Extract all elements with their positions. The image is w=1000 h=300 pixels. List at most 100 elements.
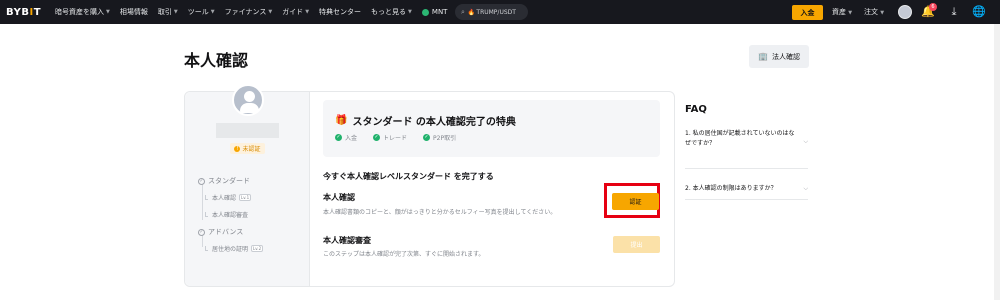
nav-rewards[interactable]: 特典センター bbox=[319, 7, 361, 17]
verify-button[interactable]: 認証 bbox=[612, 193, 659, 210]
chevron-down-icon: ⌵ bbox=[803, 138, 808, 145]
download-icon[interactable]: ⤓ bbox=[947, 5, 961, 19]
search-icon: ⌕ bbox=[461, 7, 465, 16]
corporate-verification-button[interactable]: 🏢 法人確認 bbox=[749, 45, 809, 68]
profile-avatar-icon bbox=[232, 84, 264, 116]
nav-label: ファイナンス bbox=[224, 8, 267, 16]
bybit-logo[interactable]: BYBIT bbox=[6, 7, 41, 18]
nav-trade[interactable]: 取引 ▼ bbox=[158, 7, 178, 17]
fire-icon: 🔥 bbox=[467, 8, 476, 16]
main-nav: 暗号資産を購入 ▼ 相場情報 取引 ▼ ツール ▼ ファイナンス ▼ ガイド ▼ 特典セン… bbox=[55, 7, 457, 17]
level-item-label: 居住地の証明 bbox=[212, 246, 249, 253]
logo-tail: T bbox=[33, 6, 42, 18]
level-sidebar: ! 未認証 ✓ スタンダード 本人確認 Lv.1 本人確認審査 ✓ アドバンス 居住地… bbox=[185, 84, 310, 286]
gift-icon: 🎁 bbox=[335, 115, 348, 126]
chevron-down-icon: ▼ bbox=[210, 9, 215, 15]
deposit-button[interactable]: 入金 bbox=[792, 5, 823, 20]
notification-badge: 6 bbox=[929, 3, 937, 11]
benefits-box: 🎁 スタンダード の本人確認完了の特典 ✓ 入金 ✓ トレード ✓ P2P取引 bbox=[323, 100, 660, 157]
step-description: 本人確認書類のコピーと、顔がはっきりと分かるセルフィー写真を提出してください。 bbox=[323, 209, 557, 216]
step-description: このステップは本人確認が完了次第、すぐに開始されます。 bbox=[323, 251, 485, 258]
benefits-title: 🎁 スタンダード の本人確認完了の特典 bbox=[335, 113, 516, 128]
level-tag: Lv.2 bbox=[251, 245, 264, 252]
page-title: 本人確認 bbox=[184, 51, 249, 70]
perk-label: P2P取引 bbox=[433, 135, 457, 142]
level-item-proof-of-address: 居住地の証明 Lv.2 bbox=[205, 244, 264, 253]
level-item-label: 本人確認審査 bbox=[212, 212, 249, 219]
faq-item[interactable]: 2. 本人確認の制限はありますか？ ⌵ bbox=[685, 184, 808, 194]
level-item-id-review: 本人確認審査 bbox=[205, 210, 248, 219]
nav-mnt[interactable]: MNT bbox=[421, 7, 448, 17]
nav-label: MNT bbox=[431, 8, 448, 16]
orders-menu[interactable]: 注文 ▼ bbox=[864, 7, 884, 17]
chevron-down-icon: ▼ bbox=[848, 10, 853, 16]
level-tag: Lv.1 bbox=[239, 194, 252, 201]
level-label: スタンダード bbox=[208, 177, 250, 185]
status-badge: ! 未認証 bbox=[230, 143, 265, 154]
check-circle-icon: ✓ bbox=[198, 228, 205, 236]
nav-more[interactable]: もっと見る ▼ bbox=[371, 7, 412, 17]
username-placeholder bbox=[216, 123, 279, 138]
search-input[interactable]: ⌕ 🔥 TRUMP/USDT bbox=[455, 4, 528, 20]
nav-label: 暗号資産を購入 bbox=[55, 8, 105, 16]
nav-label: ガイド bbox=[282, 8, 304, 16]
nav-label: ツール bbox=[187, 8, 209, 16]
verification-card: ! 未認証 ✓ スタンダード 本人確認 Lv.1 本人確認審査 ✓ アドバンス 居住地… bbox=[184, 84, 675, 287]
assets-menu[interactable]: 資産 ▼ bbox=[832, 7, 852, 17]
faq-question: 1. 私の居住国が記載されていないのはなぜですか？ bbox=[685, 130, 795, 147]
level-standard: ✓ スタンダード bbox=[198, 176, 250, 186]
chevron-down-icon: ▼ bbox=[268, 9, 273, 15]
faq-item[interactable]: 1. 私の居住国が記載されていないのはなぜですか？ ⌵ bbox=[685, 129, 808, 149]
nav-finance[interactable]: ファイナンス ▼ bbox=[225, 7, 273, 17]
check-icon: ✓ bbox=[335, 134, 342, 141]
verification-steps: 🎁 スタンダード の本人確認完了の特典 ✓ 入金 ✓ トレード ✓ P2P取引 今すぐ… bbox=[310, 92, 674, 286]
perk-list: ✓ 入金 ✓ トレード ✓ P2P取引 bbox=[335, 133, 472, 142]
chevron-down-icon: ▼ bbox=[880, 10, 885, 16]
mnt-icon bbox=[421, 8, 429, 16]
nav-tools[interactable]: ツール ▼ bbox=[188, 7, 215, 17]
perk-label: 入金 bbox=[345, 135, 358, 142]
level-advanced: ✓ アドバンス bbox=[198, 227, 243, 237]
orders-label: 注文 bbox=[864, 8, 878, 16]
scrollbar[interactable] bbox=[994, 24, 1000, 300]
assets-label: 資産 bbox=[832, 8, 846, 16]
level-item-id-verification: 本人確認 Lv.1 bbox=[205, 193, 252, 202]
check-icon: ✓ bbox=[423, 134, 431, 141]
step-title: 本人確認 bbox=[323, 193, 355, 202]
nav-buy-crypto[interactable]: 暗号資産を購入 ▼ bbox=[55, 7, 110, 17]
nav-guide[interactable]: ガイド ▼ bbox=[282, 7, 309, 17]
level-item-label: 本人確認 bbox=[212, 195, 237, 202]
perk-label: トレード bbox=[383, 135, 408, 142]
chevron-down-icon: ▼ bbox=[106, 9, 110, 15]
user-avatar[interactable] bbox=[898, 5, 912, 19]
info-icon: ! bbox=[234, 145, 241, 152]
search-placeholder: TRUMP/USDT bbox=[476, 8, 516, 16]
benefits-title-text: スタンダード の本人確認完了の特典 bbox=[352, 117, 516, 128]
level-label: アドバンス bbox=[208, 228, 244, 236]
logo-text: BYB bbox=[6, 6, 30, 18]
globe-icon[interactable]: 🌐 bbox=[972, 5, 986, 19]
chevron-down-icon: ▼ bbox=[305, 9, 310, 15]
nav-label: 取引 bbox=[157, 8, 172, 16]
submit-button[interactable]: 提出 bbox=[613, 236, 660, 253]
nav-label: もっと見る bbox=[371, 8, 407, 16]
faq-divider bbox=[685, 168, 808, 169]
perk-item: ✓ 入金 bbox=[335, 133, 357, 142]
faq-title: FAQ bbox=[685, 104, 707, 115]
nav-markets[interactable]: 相場情報 bbox=[120, 7, 148, 17]
nav-label: 特典センター bbox=[319, 8, 362, 16]
perk-item: ✓ トレード bbox=[373, 133, 407, 142]
nav-label: 相場情報 bbox=[119, 8, 148, 16]
level-connector bbox=[202, 184, 203, 220]
building-icon: 🏢 bbox=[758, 52, 768, 61]
chevron-down-icon: ⌵ bbox=[803, 185, 808, 192]
check-circle-icon: ✓ bbox=[198, 177, 205, 185]
chevron-down-icon: ▼ bbox=[173, 9, 178, 15]
chevron-down-icon: ▼ bbox=[408, 9, 412, 15]
faq-divider bbox=[685, 199, 808, 200]
perk-item: ✓ P2P取引 bbox=[423, 133, 456, 142]
check-icon: ✓ bbox=[373, 134, 381, 141]
faq-question: 2. 本人確認の制限はありますか？ bbox=[685, 185, 777, 192]
complete-heading: 今すぐ本人確認レベルスタンダード を完了する bbox=[323, 172, 494, 181]
corp-button-label: 法人確認 bbox=[771, 52, 800, 61]
